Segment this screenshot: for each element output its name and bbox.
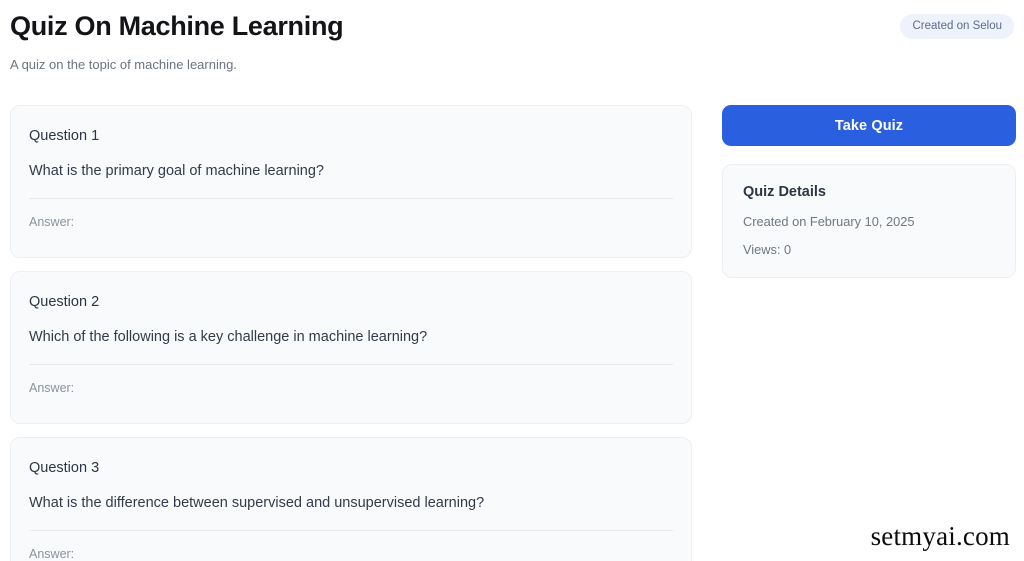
- answer-label: Answer:: [29, 215, 75, 229]
- page-title: Quiz On Machine Learning: [10, 11, 344, 41]
- answer-label: Answer:: [29, 381, 75, 395]
- questions-list: Question 1 What is the primary goal of m…: [10, 105, 692, 561]
- answer-label: Answer:: [29, 547, 75, 561]
- question-card: Question 2 Which of the following is a k…: [10, 271, 692, 424]
- card-divider: [29, 364, 673, 365]
- question-text: What is the difference between supervise…: [29, 495, 485, 511]
- card-divider: [29, 198, 673, 199]
- content-area: Question 1 What is the primary goal of m…: [10, 105, 1016, 561]
- question-card: Question 1 What is the primary goal of m…: [10, 105, 692, 258]
- quiz-details-panel: Quiz Details Created on February 10, 202…: [722, 164, 1016, 278]
- question-label: Question 1: [29, 128, 100, 144]
- watermark: setmyai.com: [870, 521, 1010, 551]
- page-header: Quiz On Machine Learning A quiz on the t…: [10, 0, 1014, 74]
- quiz-details-title: Quiz Details: [743, 184, 826, 200]
- card-divider: [29, 530, 673, 531]
- question-label: Question 2: [29, 294, 100, 310]
- question-text: What is the primary goal of machine lear…: [29, 163, 324, 179]
- quiz-page: Quiz On Machine Learning A quiz on the t…: [0, 0, 1024, 561]
- page-subtitle: A quiz on the topic of machine learning.: [10, 57, 237, 72]
- take-quiz-button[interactable]: Take Quiz: [722, 105, 1016, 146]
- question-label: Question 3: [29, 460, 100, 476]
- question-text: Which of the following is a key challeng…: [29, 329, 428, 345]
- question-card: Question 3 What is the difference betwee…: [10, 437, 692, 561]
- sidebar: Take Quiz Quiz Details Created on Februa…: [722, 105, 1016, 278]
- created-on-badge: Created on Selou: [900, 14, 1014, 39]
- quiz-created-date: Created on February 10, 2025: [743, 214, 915, 229]
- quiz-views-count: Views: 0: [743, 242, 792, 257]
